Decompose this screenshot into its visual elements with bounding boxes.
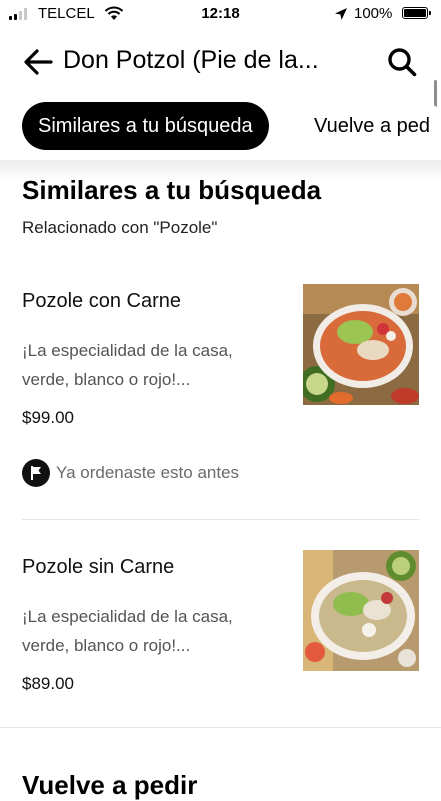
section-subtitle: Relacionado con "Pozole" [22, 218, 218, 237]
pozole-image [303, 550, 419, 671]
item-description-line: ¡La especialidad de la casa, [22, 341, 233, 360]
item-name: Pozole sin Carne [22, 556, 175, 578]
tab-bar: Similares a tu búsqueda Vuelve a ped [0, 102, 441, 152]
item-description-line: ¡La especialidad de la casa, [22, 607, 233, 626]
location-arrow-icon [335, 8, 347, 20]
section-divider [0, 727, 441, 728]
section-title: Similares a tu búsqueda [22, 175, 322, 205]
search-icon[interactable] [385, 45, 419, 79]
battery-icon [402, 7, 431, 19]
item-divider [22, 519, 419, 520]
next-section-title: Vuelve a pedir [22, 770, 198, 800]
flag-icon [22, 459, 50, 487]
tab-vuelve-a-pedir[interactable]: Vuelve a ped [298, 102, 441, 150]
item-price: $89.00 [22, 674, 74, 693]
back-arrow-icon[interactable] [22, 47, 54, 77]
item-name: Pozole con Carne [22, 290, 181, 312]
item-price: $99.00 [22, 408, 74, 427]
item-description-line: verde, blanco o rojo!... [22, 370, 191, 389]
page-title: Don Potzol (Pie de la... [63, 46, 319, 74]
battery-percent: 100% [354, 5, 393, 22]
status-bar: TELCEL 12:18 100% [0, 0, 441, 28]
reorder-badge: Ya ordenaste esto antes [22, 459, 239, 487]
item-description: ¡La especialidad de la casa, verde, blan… [22, 336, 282, 394]
item-description: ¡La especialidad de la casa, verde, blan… [22, 602, 282, 660]
tab-similares[interactable]: Similares a tu búsqueda [22, 102, 269, 150]
reorder-label: Ya ordenaste esto antes [56, 463, 240, 482]
item-description-line: verde, blanco o rojo!... [22, 636, 191, 655]
header: Don Potzol (Pie de la... [0, 38, 441, 86]
pozole-image [303, 284, 419, 405]
